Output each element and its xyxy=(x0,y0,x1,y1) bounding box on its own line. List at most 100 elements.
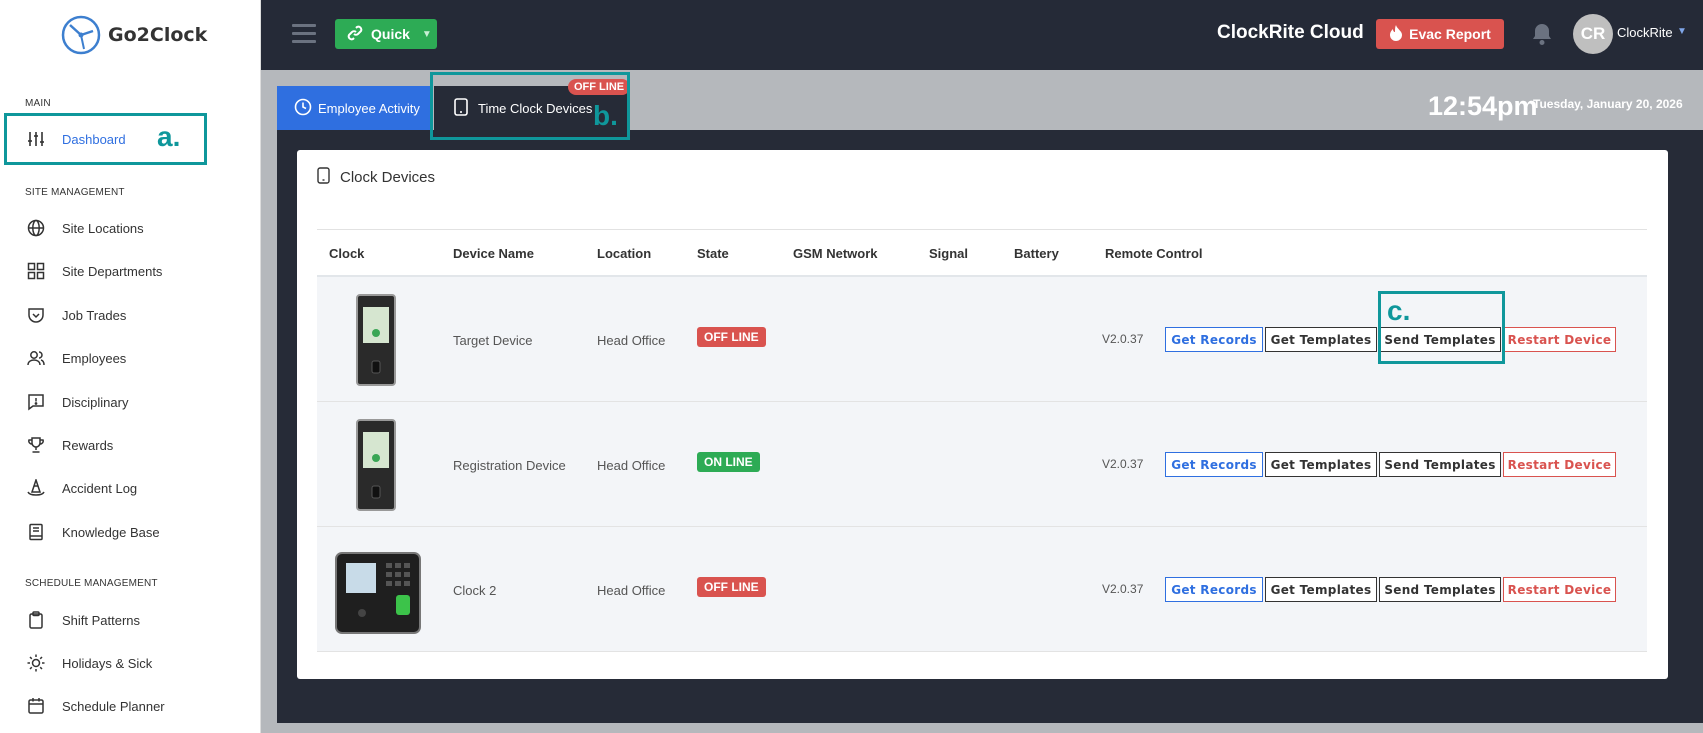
sidebar-item-site-departments[interactable]: Site Departments xyxy=(26,261,162,281)
grid-icon xyxy=(26,261,46,281)
clock-logo-icon xyxy=(61,15,101,55)
clock-devices-card: Clock Devices Clock Device Name Location… xyxy=(297,150,1668,679)
quick-label: Quick xyxy=(371,26,410,42)
table-row: Registration Device Head Office ON LINE … xyxy=(317,402,1647,527)
top-bar: Quick ▼ ClockRite Cloud Evac Report CR C… xyxy=(261,0,1703,70)
app-logo[interactable]: Go2Clock xyxy=(60,14,207,56)
sidebar-item-label: Rewards xyxy=(62,437,114,453)
restart-device-button[interactable]: Restart Device xyxy=(1503,452,1616,477)
restart-device-button[interactable]: Restart Device xyxy=(1503,577,1616,602)
alert-message-icon xyxy=(26,392,46,412)
send-templates-button[interactable]: Send Templates xyxy=(1379,452,1501,477)
device-image xyxy=(355,293,397,392)
sidebar: Go2Clock MAIN Dashboard SITE MANAGEMENT … xyxy=(0,0,261,733)
section-schedule-management: SCHEDULE MANAGEMENT xyxy=(25,578,158,589)
firmware-version: V2.0.37 xyxy=(1102,332,1144,346)
sidebar-item-knowledge-base[interactable]: Knowledge Base xyxy=(26,522,160,542)
restart-device-button[interactable]: Restart Device xyxy=(1503,327,1616,352)
column-header: Location xyxy=(597,246,652,261)
firmware-version: V2.0.37 xyxy=(1102,582,1144,596)
sidebar-item-job-trades[interactable]: Job Trades xyxy=(26,305,126,325)
column-header: Device Name xyxy=(453,246,534,261)
send-templates-button[interactable]: Send Templates xyxy=(1379,577,1501,602)
sidebar-item-label: Site Departments xyxy=(62,263,163,279)
device-name: Target Device xyxy=(453,333,533,348)
avatar[interactable]: CR xyxy=(1573,14,1613,54)
shield-icon xyxy=(26,305,46,325)
sidebar-item-holidays-sick[interactable]: Holidays & Sick xyxy=(26,653,152,673)
current-time: 12:54pm xyxy=(1428,91,1538,121)
tab-label: Employee Activity xyxy=(318,100,420,116)
user-name[interactable]: ClockRite xyxy=(1617,25,1673,40)
app-name: Go2Clock xyxy=(108,24,208,46)
get-templates-button[interactable]: Get Templates xyxy=(1265,577,1377,602)
clock-icon xyxy=(294,98,312,119)
sidebar-item-label: Employees xyxy=(62,350,127,366)
current-date: Tuesday, January 20, 2026 xyxy=(1533,97,1683,111)
device-image xyxy=(355,418,397,517)
state-badge: OFF LINE xyxy=(697,327,766,347)
evac-label: Evac Report xyxy=(1409,26,1491,42)
device-location: Head Office xyxy=(597,583,666,598)
sidebar-item-label: Holidays & Sick xyxy=(62,655,153,671)
sidebar-item-site-locations[interactable]: Site Locations xyxy=(26,218,144,238)
sidebar-item-employees[interactable]: Employees xyxy=(26,348,126,368)
get-records-button[interactable]: Get Records xyxy=(1165,452,1263,477)
chevron-down-icon[interactable]: ▼ xyxy=(1677,26,1687,37)
column-header: Clock xyxy=(329,246,365,261)
get-templates-button[interactable]: Get Templates xyxy=(1265,452,1377,477)
device-location: Head Office xyxy=(597,458,666,473)
users-icon xyxy=(26,348,46,368)
evac-report-button[interactable]: Evac Report xyxy=(1376,19,1504,49)
calendar-icon xyxy=(26,696,46,716)
card-header: Clock Devices xyxy=(317,167,435,188)
device-image xyxy=(334,551,422,640)
sun-icon xyxy=(26,653,46,673)
link-icon xyxy=(347,25,363,44)
section-main: MAIN xyxy=(25,98,51,109)
sidebar-item-label: Shift Patterns xyxy=(62,612,141,628)
bell-icon[interactable] xyxy=(1531,22,1553,51)
annotation-label-b: b. xyxy=(593,100,618,131)
section-site-management: SITE MANAGEMENT xyxy=(25,187,125,198)
device-name: Clock 2 xyxy=(453,583,497,598)
hamburger-menu-icon[interactable] xyxy=(292,24,316,48)
sidebar-item-label: Disciplinary xyxy=(62,394,129,410)
state-badge: ON LINE xyxy=(697,452,760,472)
column-header: Battery xyxy=(1014,246,1059,261)
column-header: Signal xyxy=(929,246,969,261)
column-header: State xyxy=(697,246,729,261)
tab-employee-activity[interactable]: Employee Activity xyxy=(277,86,432,130)
get-records-button[interactable]: Get Records xyxy=(1165,327,1263,352)
sidebar-item-disciplinary[interactable]: Disciplinary xyxy=(26,392,128,412)
sidebar-item-label: Site Locations xyxy=(62,220,144,236)
quick-button[interactable]: Quick ▼ xyxy=(335,19,437,49)
device-location: Head Office xyxy=(597,333,666,348)
column-header: Remote Control xyxy=(1105,246,1203,261)
state-badge: OFF LINE xyxy=(697,577,766,597)
clipboard-icon xyxy=(26,610,46,630)
sidebar-item-rewards[interactable]: Rewards xyxy=(26,435,113,455)
sidebar-item-label: Knowledge Base xyxy=(62,524,160,540)
annotation-label-c: c. xyxy=(1387,295,1411,326)
globe-icon xyxy=(26,218,46,238)
tablet-icon xyxy=(317,167,330,188)
sidebar-item-label: Schedule Planner xyxy=(62,698,165,714)
sidebar-item-shift-patterns[interactable]: Shift Patterns xyxy=(26,610,140,630)
brand-title: ClockRite Cloud xyxy=(1217,22,1364,43)
table-row: Clock 2 Head Office OFF LINE V2.0.37 Get… xyxy=(317,527,1647,652)
card-title: Clock Devices xyxy=(340,169,436,186)
sidebar-item-accident-log[interactable]: Accident Log xyxy=(26,478,137,498)
get-templates-button[interactable]: Get Templates xyxy=(1265,327,1377,352)
firmware-version: V2.0.37 xyxy=(1102,457,1144,471)
get-records-button[interactable]: Get Records xyxy=(1165,577,1263,602)
sidebar-item-label: Accident Log xyxy=(62,480,138,496)
table-header: Clock Device Name Location State GSM Net… xyxy=(317,229,1647,277)
sidebar-item-label: Job Trades xyxy=(62,307,127,323)
trophy-icon xyxy=(26,435,46,455)
annotation-label-a: a. xyxy=(157,121,181,152)
fire-icon xyxy=(1389,24,1403,44)
sidebar-item-schedule-planner[interactable]: Schedule Planner xyxy=(26,696,165,716)
cone-icon xyxy=(26,478,46,498)
device-name: Registration Device xyxy=(453,458,566,473)
